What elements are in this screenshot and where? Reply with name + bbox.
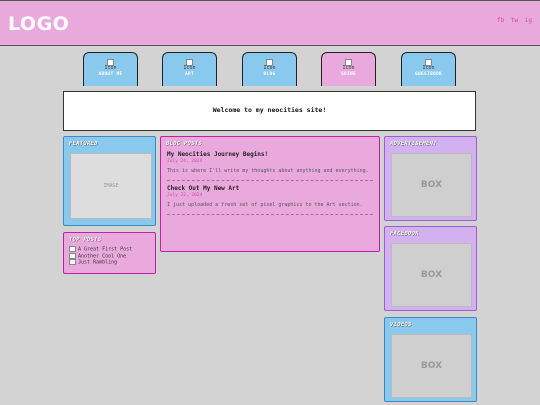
videos-panel: VIDEOS BOX [384,317,477,402]
broken-image-icon: Icon [182,59,198,71]
broken-image-icon [69,252,76,259]
blog-posts-panel: BLOG POSTS My Neocities Journey Begins! … [160,136,380,252]
broken-image-icon: Icon [103,59,119,71]
nav-shine-button[interactable]: Icon SHINE [321,52,376,86]
blog-post-body: This is where I'll write my thoughts abo… [167,168,369,174]
social-link-tw[interactable]: tw [511,17,518,24]
nav-about-me-button[interactable]: Icon ABOUT ME [83,52,138,86]
blog-post-date: July 24, 2024 [167,159,203,164]
blog-posts-title: BLOG POSTS [166,141,203,147]
social-links: fb tw ig [494,17,532,24]
social-link-fb[interactable]: fb [497,17,504,24]
blog-post-date: July 22, 2024 [167,193,203,198]
advertisement-panel: ADVERTISEMENT BOX [384,136,477,221]
top-posts-title: TOP POSTS [69,237,102,243]
nav-guestbook-button[interactable]: Icon GUESTBOOK [401,52,456,86]
nav-label: SHINE [340,72,357,77]
blog-post-body: I just uploaded a fresh set of pixel gra… [167,202,363,208]
broken-image-icon [69,259,76,265]
facebook-title: FACEBOOK [390,231,419,237]
blog-post: My Neocities Journey Begins! July 24, 20… [161,151,379,174]
videos-title: VIDEOS [390,322,412,328]
facebook-panel: FACEBOOK BOX [384,226,477,311]
featured-panel: FEATURED IMAGE [63,136,156,226]
facebook-box[interactable]: BOX [391,243,472,307]
advertisement-title: ADVERTISEMENT [390,141,437,147]
nav-blog-button[interactable]: Icon BLOG [242,52,297,86]
top-post-link[interactable]: Just Rambling [69,259,155,266]
social-link-ig[interactable]: ig [525,17,532,24]
advertisement-box[interactable]: BOX [391,153,472,217]
featured-title: FEATURED [69,141,98,147]
post-divider [167,180,373,181]
nav-label: ART [184,72,195,77]
nav-label: BLOG [263,72,276,77]
broken-image-icon [69,246,76,252]
welcome-banner: Welcome to my neocities site! [63,91,476,131]
broken-image-icon: Icon [421,59,437,71]
videos-box[interactable]: BOX [391,334,472,398]
blog-post: Check Out My New Art July 22, 2024 I jus… [161,185,379,208]
broken-image-icon: Icon [262,59,278,71]
post-divider [167,214,373,215]
nav-art-button[interactable]: Icon ART [162,52,217,86]
featured-image-placeholder[interactable]: IMAGE [70,153,152,219]
nav-label: ABOUT ME [98,72,123,77]
nav-label: GUESTBOOK [414,72,443,77]
broken-image-icon: Icon [341,59,357,71]
blog-post-title[interactable]: Check Out My New Art [167,185,373,192]
site-header: LOGO fb tw ig [0,0,540,46]
top-posts-panel: TOP POSTS A Great First Post Another Coo… [63,232,156,274]
site-logo[interactable]: LOGO [8,13,69,35]
blog-post-title[interactable]: My Neocities Journey Begins! [167,151,373,158]
